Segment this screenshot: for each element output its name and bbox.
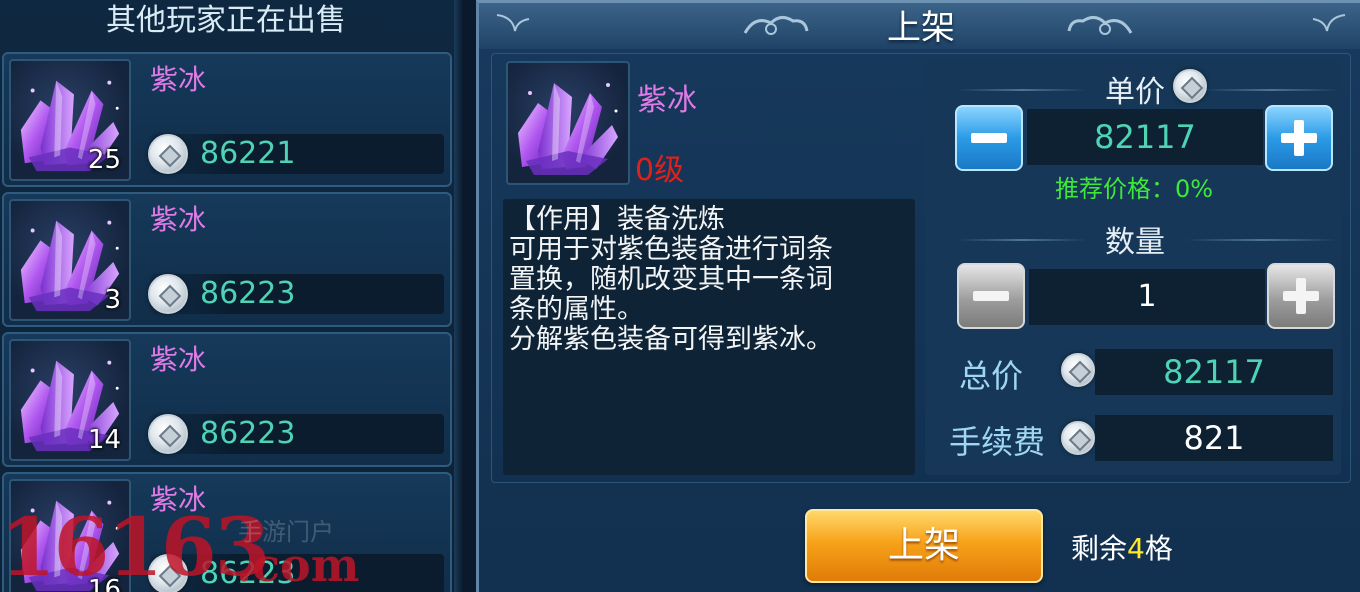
unit-price-label: 单价 — [1105, 75, 1165, 110]
item-price: 86223 — [200, 556, 296, 591]
total-price-label: 总价 — [959, 357, 1024, 395]
description-line: 分解紫色装备可得到紫冰。 — [509, 324, 833, 355]
price-bar — [150, 134, 444, 174]
item-quantity: 14 — [87, 425, 121, 455]
price-bar — [150, 274, 444, 314]
unit-price-increase-button[interactable] — [1265, 105, 1333, 171]
item-price: 86221 — [200, 136, 296, 171]
item-price: 86223 — [200, 416, 296, 451]
quantity-field[interactable]: 1 — [1029, 269, 1265, 325]
listing-item[interactable]: 14 紫冰 86223 — [2, 332, 452, 467]
listing-item[interactable]: 25 紫冰 86221 — [2, 52, 452, 187]
listings-title: 其他玩家正在出售 — [106, 3, 346, 38]
selected-item-slot — [506, 61, 630, 185]
list-for-sale-button[interactable]: 上架 — [805, 509, 1043, 583]
total-price-value: 82117 — [1095, 349, 1333, 395]
list-for-sale-dialog: 上架 紫冰 0级 【作用】装备洗炼 可用于对紫色装备进行词条 置换，随机改变其中… — [476, 0, 1360, 592]
item-name: 紫冰 — [150, 63, 207, 96]
remaining-slots-count: 4 — [1127, 532, 1145, 565]
silver-coin-icon — [1173, 69, 1207, 103]
item-name: 紫冰 — [150, 203, 207, 236]
remaining-slots-prefix: 剩余 — [1071, 532, 1128, 565]
listing-item[interactable]: 16 紫冰 86223 — [2, 472, 452, 592]
silver-coin-icon — [1061, 353, 1095, 387]
divider — [1185, 239, 1339, 241]
purple-crystal-icon — [508, 63, 628, 183]
silver-coin-icon — [1061, 421, 1095, 455]
description-line: 条的属性。 — [509, 294, 644, 325]
minus-icon — [971, 133, 1007, 143]
recommended-price-hint: 推荐价格：0% — [1055, 175, 1214, 203]
divider — [1203, 89, 1339, 91]
dialog-title: 上架 — [887, 8, 955, 48]
description-line: 可用于对紫色装备进行词条 — [509, 234, 833, 265]
remaining-slots-suffix: 格 — [1144, 532, 1173, 565]
unit-price-field[interactable]: 82117 — [1027, 109, 1263, 165]
silver-coin-icon — [148, 414, 188, 454]
item-name: 紫冰 — [150, 343, 207, 376]
divider — [957, 89, 1087, 91]
silver-coin-icon — [148, 134, 188, 174]
item-slot: 14 — [9, 339, 131, 461]
unit-price-decrease-button[interactable] — [955, 105, 1023, 171]
item-slot: 16 — [9, 479, 131, 592]
price-bar — [150, 554, 444, 592]
description-line: 【作用】装备洗炼 — [509, 204, 725, 235]
silver-coin-icon — [148, 554, 188, 592]
selected-item-level: 0级 — [635, 153, 685, 188]
item-quantity: 25 — [87, 145, 121, 175]
fee-label: 手续费 — [949, 423, 1046, 461]
listing-item[interactable]: 3 紫冰 86223 — [2, 192, 452, 327]
description-line: 置换，随机改变其中一条词 — [509, 264, 833, 295]
item-quantity: 16 — [87, 575, 121, 592]
plus-icon-stroke — [1294, 120, 1304, 156]
item-price: 86223 — [200, 276, 296, 311]
item-slot: 3 — [9, 199, 131, 321]
fee-value: 821 — [1095, 415, 1333, 461]
quantity-increase-button[interactable] — [1267, 263, 1335, 329]
quantity-label: 数量 — [1105, 225, 1165, 260]
listings-scrollbar[interactable] — [454, 0, 462, 592]
item-quantity: 3 — [104, 285, 121, 315]
remaining-slots: 剩余4格 — [1071, 527, 1173, 567]
selected-item-name: 紫冰 — [637, 83, 697, 118]
quantity-decrease-button[interactable] — [957, 263, 1025, 329]
item-name: 紫冰 — [150, 483, 207, 516]
other-players-listings-panel: 其他玩家正在出售 25 紫冰 86221 3 紫冰 86223 14 紫冰 86… — [0, 0, 462, 592]
plus-icon-stroke — [1296, 278, 1306, 314]
item-description: 【作用】装备洗炼 可用于对紫色装备进行词条 置换，随机改变其中一条词 条的属性。… — [503, 199, 915, 475]
item-slot: 25 — [9, 59, 131, 181]
divider — [957, 239, 1087, 241]
minus-icon — [973, 291, 1009, 301]
price-bar — [150, 414, 444, 454]
silver-coin-icon — [148, 274, 188, 314]
